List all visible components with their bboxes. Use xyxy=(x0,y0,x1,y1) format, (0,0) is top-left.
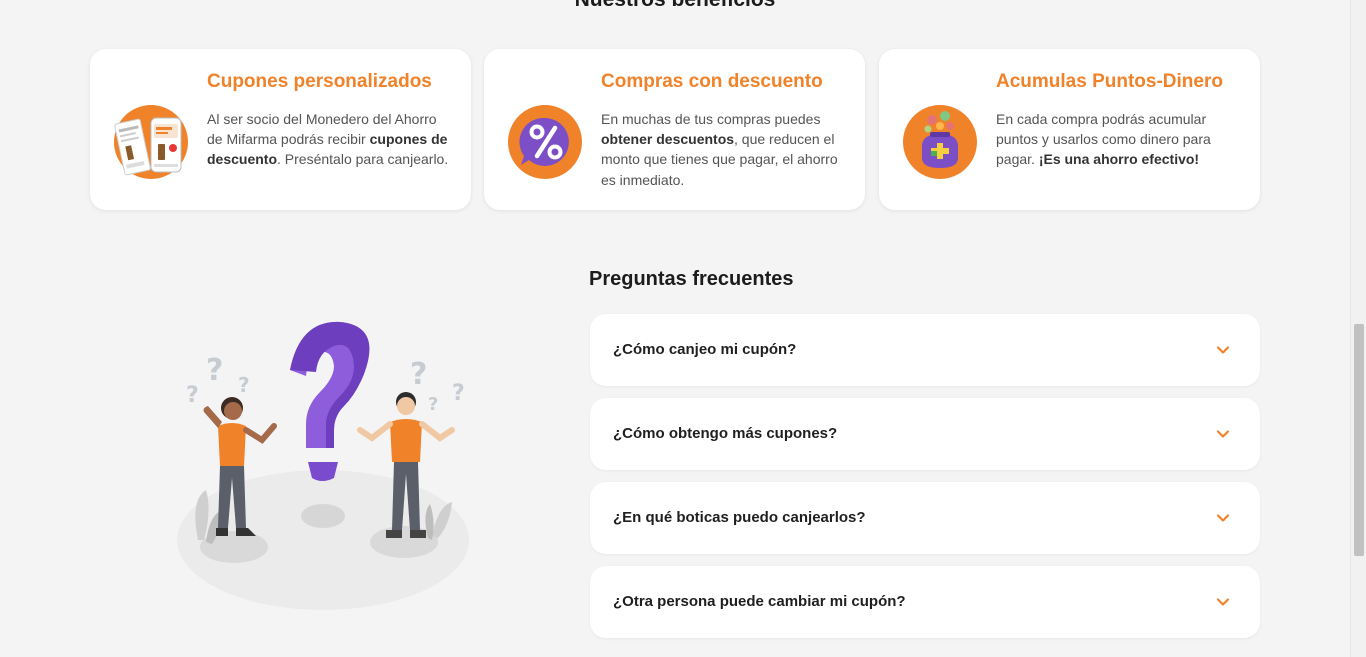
scrollbar[interactable] xyxy=(1350,0,1366,657)
chevron-down-icon[interactable] xyxy=(1216,595,1230,609)
scrollbar-thumb[interactable] xyxy=(1354,324,1364,556)
chevron-down-icon[interactable] xyxy=(1216,511,1230,525)
benefit-description: En muchas de tus compras puedes obtener … xyxy=(601,111,838,188)
benefit-title: Acumulas Puntos-Dinero xyxy=(996,71,1223,92)
chevron-down-icon[interactable] xyxy=(1216,343,1230,357)
faq-item[interactable]: ¿Cómo obtengo más cupones? xyxy=(590,398,1260,470)
benefit-title: Compras con descuento xyxy=(601,71,823,92)
svg-text:?: ? xyxy=(452,381,465,406)
faq-item[interactable]: ¿En qué boticas puedo canjearlos? xyxy=(590,482,1260,554)
benefits-title: Nuestros beneficios xyxy=(0,0,1350,12)
benefit-description: Al ser socio del Monedero del Ahorro de … xyxy=(207,111,449,168)
faq-illustration: ? ? ? ? ? ? xyxy=(170,310,480,620)
benefit-card-coupons: Cupones personalizados Al ser socio del … xyxy=(90,49,471,210)
benefit-card-discounts: Compras con descuento En muchas de tus c… xyxy=(484,49,865,210)
benefit-card-points: Acumulas Puntos-Dinero En cada compra po… xyxy=(879,49,1260,210)
faq-question: ¿Cómo obtengo más cupones? xyxy=(613,425,838,442)
svg-text:?: ? xyxy=(206,353,223,388)
page: Nuestros beneficios xyxy=(0,0,1350,657)
svg-text:?: ? xyxy=(186,383,199,408)
benefit-description: En cada compra podrás acumular puntos y … xyxy=(996,111,1211,168)
benefits-cards: Cupones personalizados Al ser socio del … xyxy=(90,49,1260,211)
faq-question: ¿En qué boticas puedo canjearlos? xyxy=(613,509,866,526)
faq-title: Preguntas frecuentes xyxy=(589,268,794,290)
piggy-bank-icon xyxy=(902,104,978,180)
svg-text:?: ? xyxy=(428,394,438,415)
svg-text:?: ? xyxy=(410,357,427,392)
chevron-down-icon[interactable] xyxy=(1216,427,1230,441)
faq-item[interactable]: ¿Otra persona puede cambiar mi cupón? xyxy=(590,566,1260,638)
faq-question: ¿Otra persona puede cambiar mi cupón? xyxy=(613,593,906,610)
faq-question: ¿Cómo canjeo mi cupón? xyxy=(613,341,797,358)
svg-text:?: ? xyxy=(238,373,250,397)
coupons-icon xyxy=(113,104,189,180)
percent-icon xyxy=(507,104,583,180)
benefit-title: Cupones personalizados xyxy=(207,71,432,92)
faq-item[interactable]: ¿Cómo canjeo mi cupón? xyxy=(590,314,1260,386)
